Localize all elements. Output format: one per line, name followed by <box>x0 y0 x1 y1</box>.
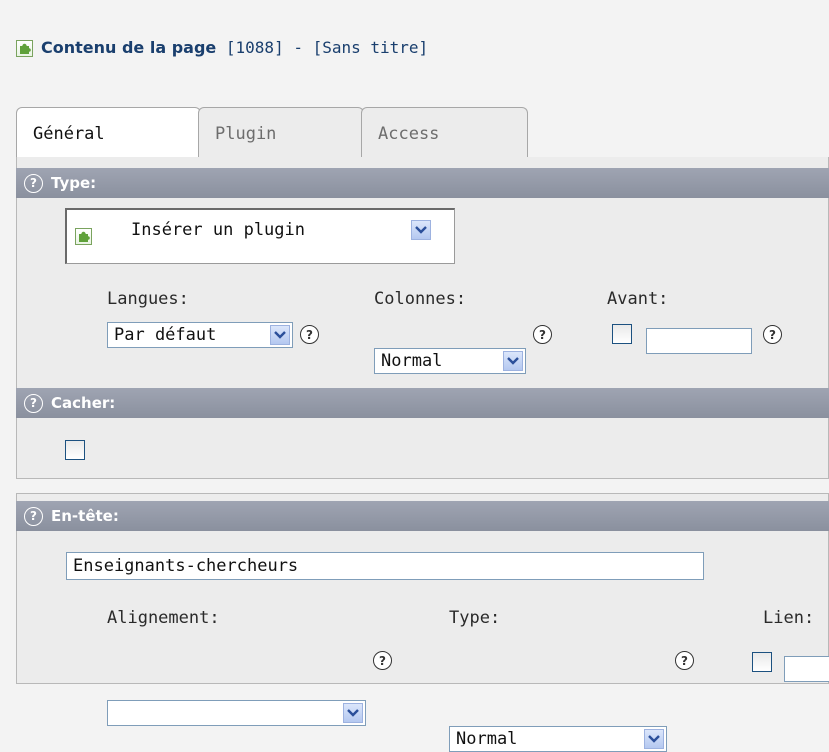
page-title-meta: [1088] - [Sans titre] <box>216 38 429 57</box>
help-icon[interactable]: ? <box>300 325 319 344</box>
langues-label: Langues: <box>107 289 189 309</box>
tab-general[interactable]: Général <box>16 107 201 159</box>
tab-plugin[interactable]: Plugin <box>198 107 364 159</box>
entete-input-value: Enseignants-chercheurs <box>73 556 299 576</box>
avant-label: Avant: <box>607 289 669 309</box>
plugin-puzzle-icon <box>16 40 33 57</box>
cacher-section-header: ? Cacher: <box>16 388 829 418</box>
lien-input[interactable] <box>784 656 829 682</box>
type-section-title: Type: <box>51 174 97 192</box>
colonnes-label: Colonnes: <box>374 289 467 309</box>
alignement-select[interactable] <box>107 700 366 726</box>
help-icon[interactable]: ? <box>24 506 43 526</box>
lien-checkbox[interactable] <box>752 652 772 672</box>
plugin-puzzle-icon <box>75 228 92 245</box>
entete-input[interactable]: Enseignants-chercheurs <box>66 552 704 580</box>
chevron-down-icon[interactable] <box>503 351 523 371</box>
entete-type-select-value: Normal <box>456 729 518 749</box>
entete-type-label: Type: <box>449 608 501 628</box>
avant-checkbox[interactable] <box>612 324 632 344</box>
page-title: Contenu de la page [1088] - [Sans titre] <box>41 38 428 57</box>
tab-access-label: Access <box>378 124 440 144</box>
help-icon[interactable]: ? <box>533 325 552 344</box>
entete-section-title: En-tête: <box>51 507 119 525</box>
cacher-checkbox[interactable] <box>65 440 85 460</box>
entete-type-select[interactable]: Normal <box>449 726 667 752</box>
type-section-header: ? Type: <box>16 168 829 198</box>
lien-label: Lien: <box>763 608 815 628</box>
entete-section-header: ? En-tête: <box>16 501 829 531</box>
cacher-section-title: Cacher: <box>51 394 116 412</box>
help-icon[interactable]: ? <box>763 325 782 344</box>
type-select-value: Insérer un plugin <box>131 220 305 240</box>
langues-select-value: Par défaut <box>114 325 217 345</box>
chevron-down-icon[interactable] <box>343 703 363 723</box>
avant-input[interactable] <box>646 328 752 354</box>
help-icon[interactable]: ? <box>675 651 694 670</box>
colonnes-select[interactable]: Normal <box>374 348 526 374</box>
help-icon[interactable]: ? <box>24 393 43 413</box>
general-panel <box>16 157 829 479</box>
langues-select[interactable]: Par défaut <box>107 322 293 348</box>
chevron-down-icon[interactable] <box>644 729 664 749</box>
tab-plugin-label: Plugin <box>215 124 277 144</box>
type-select[interactable]: Insérer un plugin <box>65 208 455 264</box>
page-title-strong: Contenu de la page <box>41 38 217 57</box>
chevron-down-icon[interactable] <box>411 220 431 240</box>
help-icon[interactable]: ? <box>24 173 43 193</box>
help-icon[interactable]: ? <box>373 651 392 670</box>
tab-general-label: Général <box>33 124 105 144</box>
chevron-down-icon[interactable] <box>270 325 290 345</box>
alignement-label: Alignement: <box>107 608 220 628</box>
tab-access[interactable]: Access <box>361 107 528 159</box>
colonnes-select-value: Normal <box>381 351 443 371</box>
